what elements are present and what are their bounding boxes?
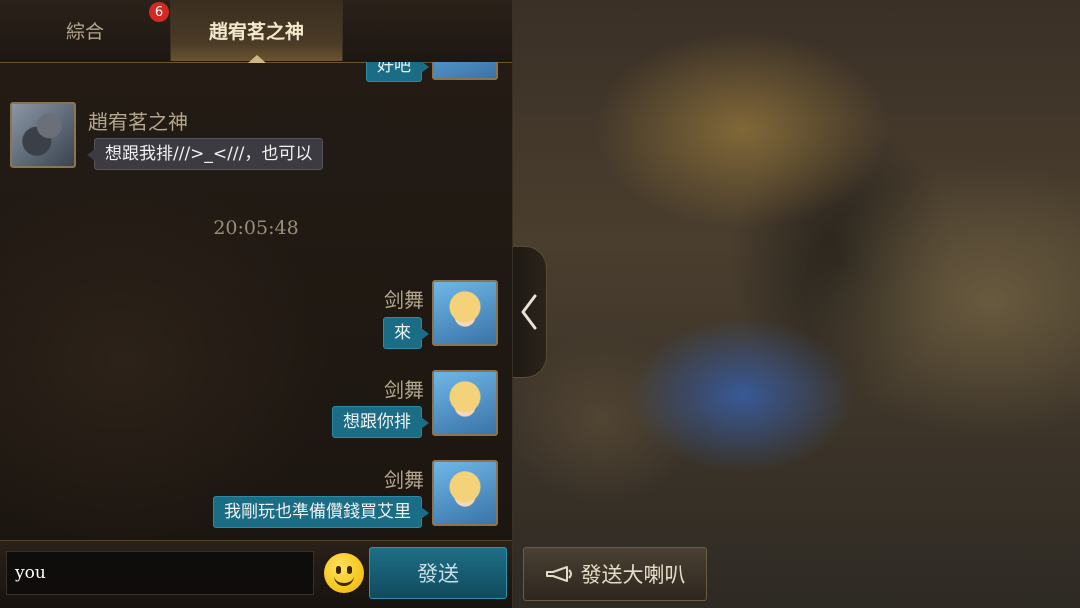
sender-name: 剑舞 xyxy=(384,288,424,312)
sender-name: 剑舞 xyxy=(384,378,424,402)
tab-general-label: 綜合 xyxy=(65,21,104,43)
avatar[interactable] xyxy=(10,102,76,168)
avatar[interactable] xyxy=(432,62,498,80)
chevron-left-icon xyxy=(521,294,537,330)
send-button[interactable]: 發送 xyxy=(369,547,507,599)
horn-button-label: 發送大喇叭 xyxy=(580,563,686,587)
message-bubble: 我剛玩也準備儹錢買艾里 xyxy=(213,496,429,528)
collapse-chat-button[interactable] xyxy=(512,246,547,378)
horn-icon xyxy=(545,566,572,582)
message-text: 我剛玩也準備儹錢買艾里 xyxy=(224,502,411,522)
avatar[interactable] xyxy=(432,280,498,346)
message-text: 想跟我排///>_<///，也可以 xyxy=(105,144,313,164)
send-horn-button[interactable]: 發送大喇叭 xyxy=(523,547,707,601)
message-timestamp: 20:05:48 xyxy=(213,217,299,239)
avatar[interactable] xyxy=(432,370,498,436)
chat-input-bar: you 發送 xyxy=(0,540,512,608)
message-bubble: 好吧 xyxy=(366,62,429,82)
tab-private-chat[interactable]: 趙宥茗之神 xyxy=(171,0,343,63)
sender-name: 趙宥茗之神 xyxy=(88,110,188,134)
emoji-button[interactable] xyxy=(324,553,364,593)
message-text: 好吧 xyxy=(377,62,411,76)
send-button-label: 發送 xyxy=(417,562,459,586)
unread-badge: 6 xyxy=(149,2,169,22)
chat-text-input[interactable]: you xyxy=(6,551,314,595)
chat-panel: 綜合 6 趙宥茗之神 好吧 趙宥茗之神 想跟我排///>_<///，也可以 20… xyxy=(0,0,513,608)
sender-name: 剑舞 xyxy=(384,468,424,492)
message-text: 來 xyxy=(394,323,411,343)
avatar[interactable] xyxy=(432,460,498,526)
message-bubble: 想跟你排 xyxy=(332,406,429,438)
message-bubble: 想跟我排///>_<///，也可以 xyxy=(86,138,324,170)
tab-private-chat-label: 趙宥茗之神 xyxy=(208,21,304,43)
message-bubble: 來 xyxy=(383,317,429,349)
chat-tab-bar: 綜合 6 趙宥茗之神 xyxy=(0,0,512,63)
screen: 發送大喇叭 綜合 6 趙宥茗之神 好吧 趙宥茗之神 想跟我排///>_<///，… xyxy=(0,0,1080,608)
tab-general[interactable]: 綜合 xyxy=(0,0,171,61)
message-text: 想跟你排 xyxy=(343,412,411,432)
message-list[interactable]: 好吧 趙宥茗之神 想跟我排///>_<///，也可以 20:05:48 剑舞 來… xyxy=(0,62,512,540)
blurred-game-background xyxy=(512,0,1080,608)
